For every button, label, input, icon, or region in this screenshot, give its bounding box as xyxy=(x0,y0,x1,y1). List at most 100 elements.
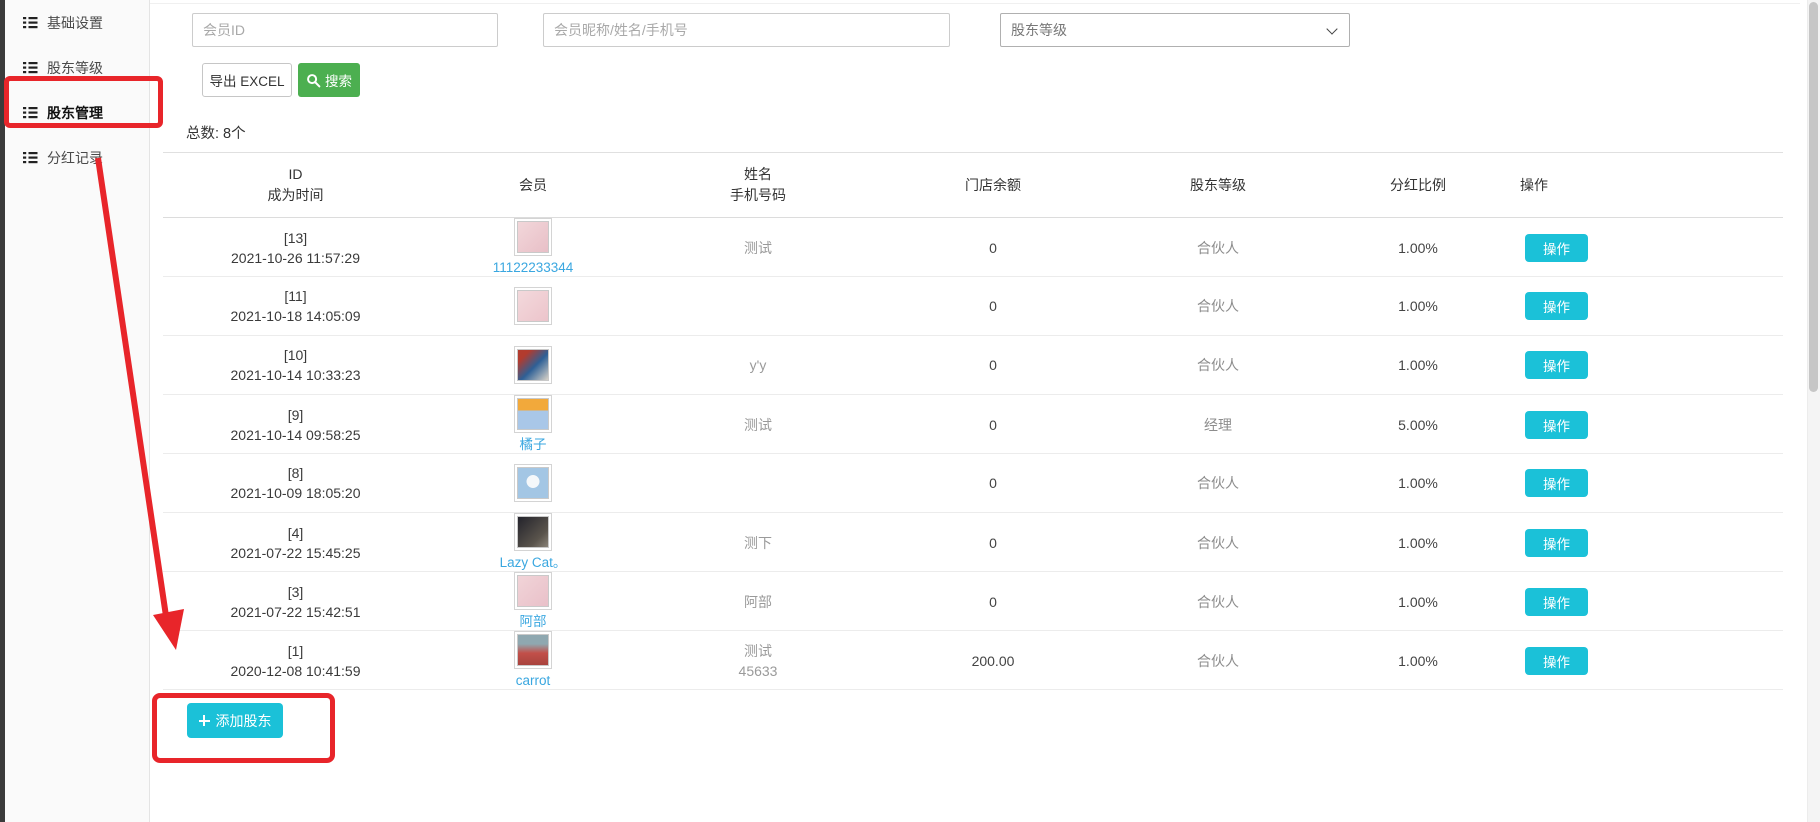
list-icon xyxy=(23,151,38,164)
member-keyword-input[interactable] xyxy=(543,13,950,47)
add-shareholder-label: 添加股东 xyxy=(216,711,272,731)
header-actions: 操作 xyxy=(1508,153,1783,217)
total-count: 总数: 8个 xyxy=(186,122,246,143)
member-nickname-link[interactable]: 橘子 xyxy=(520,435,547,455)
row-action-button[interactable]: 操作 xyxy=(1525,588,1588,616)
cell-member xyxy=(428,277,638,335)
member-row-id: [1] xyxy=(288,641,304,661)
cell-shareholder-level: 合伙人 xyxy=(1108,336,1328,394)
cell-shareholder-level: 合伙人 xyxy=(1108,572,1328,632)
member-nickname-link[interactable]: 阿部 xyxy=(520,612,547,632)
sidebar-item-shareholder-level[interactable]: 股东等级 xyxy=(5,45,149,90)
cell-id-time: [1] 2020-12-08 10:41:59 xyxy=(163,631,428,691)
member-since-time: 2021-10-26 11:57:29 xyxy=(231,248,360,268)
cell-store-balance: 0 xyxy=(878,454,1108,512)
avatar xyxy=(517,398,549,430)
cell-store-balance: 0 xyxy=(878,395,1108,455)
row-action-button[interactable]: 操作 xyxy=(1525,647,1588,675)
sidebar-item-shareholder-management[interactable]: 股东管理 xyxy=(5,90,149,135)
chevron-down-icon xyxy=(1326,23,1337,34)
row-action-button[interactable]: 操作 xyxy=(1525,469,1588,497)
search-icon xyxy=(306,73,321,88)
cell-store-balance: 0 xyxy=(878,336,1108,394)
row-action-button[interactable]: 操作 xyxy=(1525,529,1588,557)
cell-member: carrot xyxy=(428,631,638,691)
row-action-button[interactable]: 操作 xyxy=(1525,292,1588,320)
store-balance-value: 0 xyxy=(989,238,997,258)
member-since-time: 2021-10-09 18:05:20 xyxy=(231,483,361,503)
avatar-frame xyxy=(514,631,552,669)
member-name: y'y xyxy=(750,355,767,375)
member-nickname-link[interactable]: carrot xyxy=(516,671,551,691)
header-store-balance: 门店余额 xyxy=(878,153,1108,217)
sidebar-item-label: 股东等级 xyxy=(47,58,103,78)
sidebar-item-basic-settings[interactable]: 基础设置 xyxy=(5,0,149,45)
dividend-ratio-value: 1.00% xyxy=(1398,473,1438,493)
avatar xyxy=(517,467,549,499)
cell-name-phone: 测下 xyxy=(638,513,878,573)
member-name: 测试 xyxy=(744,641,772,661)
sidebar-item-label: 基础设置 xyxy=(47,13,103,33)
cell-member xyxy=(428,454,638,512)
member-phone: 45633 xyxy=(739,661,778,681)
table-row: [8] 2021-10-09 18:05:20 0 合伙人 1.00% 操作 xyxy=(163,454,1783,513)
member-since-time: 2021-10-14 09:58:25 xyxy=(231,425,361,445)
avatar xyxy=(517,349,549,381)
avatar-frame xyxy=(514,346,552,384)
row-action-button[interactable]: 操作 xyxy=(1525,234,1588,262)
cell-member: Lazy Cat。 xyxy=(428,513,638,573)
export-excel-button[interactable]: 导出 EXCEL xyxy=(202,63,292,97)
search-button[interactable]: 搜索 xyxy=(298,63,360,97)
cell-dividend-ratio: 1.00% xyxy=(1328,572,1508,632)
cell-shareholder-level: 合伙人 xyxy=(1108,631,1328,691)
dividend-ratio-value: 1.00% xyxy=(1398,355,1438,375)
cell-actions: 操作 xyxy=(1508,631,1783,691)
cell-actions: 操作 xyxy=(1508,218,1783,278)
member-row-id: [3] xyxy=(288,582,304,602)
avatar xyxy=(517,221,549,253)
cell-store-balance: 0 xyxy=(878,572,1108,632)
member-nickname-link[interactable]: 11122233344 xyxy=(493,258,574,278)
avatar-frame xyxy=(514,572,552,610)
cell-member xyxy=(428,336,638,394)
member-nickname-link[interactable]: Lazy Cat。 xyxy=(500,553,567,573)
shareholder-level-select[interactable]: 股东等级 xyxy=(1000,13,1350,47)
dividend-ratio-value: 1.00% xyxy=(1398,296,1438,316)
scrollbar-thumb[interactable] xyxy=(1809,2,1818,392)
row-action-button[interactable]: 操作 xyxy=(1525,411,1588,439)
member-row-id: [8] xyxy=(288,463,304,483)
dividend-ratio-value: 1.00% xyxy=(1398,651,1438,671)
list-icon xyxy=(23,106,38,119)
sidebar-item-label: 分红记录 xyxy=(47,148,103,168)
shareholder-level-value: 合伙人 xyxy=(1197,651,1239,671)
sidebar-item-dividend-records[interactable]: 分红记录 xyxy=(5,135,149,180)
row-action-button[interactable]: 操作 xyxy=(1525,351,1588,379)
cell-id-time: [13] 2021-10-26 11:57:29 xyxy=(163,218,428,278)
store-balance-value: 0 xyxy=(989,473,997,493)
header-id-time: ID 成为时间 xyxy=(163,153,428,217)
avatar xyxy=(517,575,549,607)
cell-id-time: [10] 2021-10-14 10:33:23 xyxy=(163,336,428,394)
avatar-frame xyxy=(514,513,552,551)
member-row-id: [9] xyxy=(288,405,304,425)
member-row-id: [4] xyxy=(288,523,304,543)
cell-dividend-ratio: 1.00% xyxy=(1328,218,1508,278)
main-content: 股东等级 导出 EXCEL 搜索 总数: 8个 ID 成为时间 会员 姓名 手机… xyxy=(150,0,1808,822)
dividend-ratio-value: 1.00% xyxy=(1398,238,1438,258)
header-member: 会员 xyxy=(428,153,638,217)
cell-id-time: [3] 2021-07-22 15:42:51 xyxy=(163,572,428,632)
cell-actions: 操作 xyxy=(1508,513,1783,573)
cell-name-phone xyxy=(638,454,878,512)
avatar xyxy=(517,634,549,666)
table-body: [13] 2021-10-26 11:57:29 11122233344 测试 … xyxy=(163,218,1783,690)
shareholder-table: ID 成为时间 会员 姓名 手机号码 门店余额 股东等级 分红比例 操作 [13… xyxy=(163,152,1783,690)
table-row: [13] 2021-10-26 11:57:29 11122233344 测试 … xyxy=(163,218,1783,277)
scrollbar-track[interactable] xyxy=(1807,0,1820,822)
add-shareholder-button[interactable]: 添加股东 xyxy=(187,703,283,738)
cell-name-phone: 测试 xyxy=(638,395,878,455)
member-since-time: 2021-10-14 10:33:23 xyxy=(231,365,361,385)
cell-store-balance: 0 xyxy=(878,277,1108,335)
cell-name-phone xyxy=(638,277,878,335)
cell-actions: 操作 xyxy=(1508,336,1783,394)
member-id-input[interactable] xyxy=(192,13,498,47)
